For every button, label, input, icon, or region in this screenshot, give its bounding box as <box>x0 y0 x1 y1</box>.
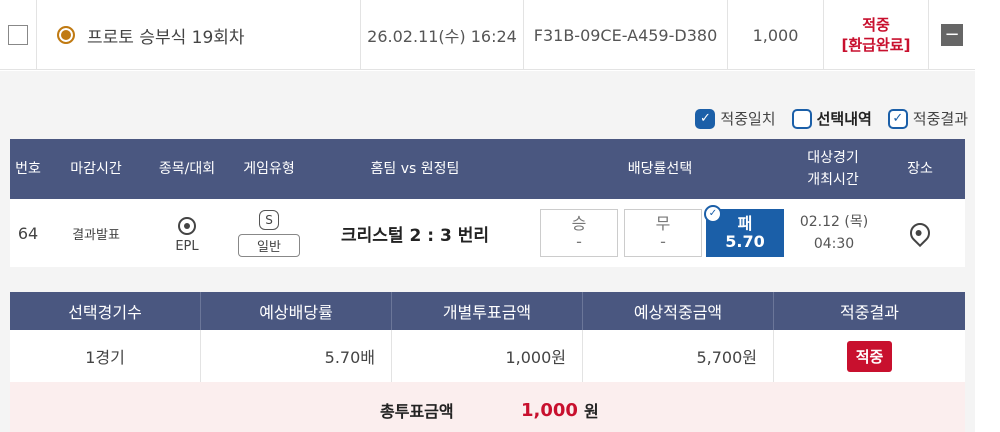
legend-label: 적중일치 <box>720 110 776 128</box>
check-filled-icon: ✓ <box>695 108 716 129</box>
slip-code: F31B-09CE-A459-D380 <box>524 0 728 70</box>
odds-group: 승 - 무 - ✓ 패 5.70 <box>540 199 790 267</box>
total-bar: 총투표금액 1,000 원 <box>10 382 965 432</box>
col-game-type: 게임유형 <box>243 161 295 177</box>
total-unit: 원 <box>584 402 599 421</box>
game-table-header: 번호 마감시간 종목/대회 게임유형 홈팀 vs 원정팀 배당률선택 대상경기 … <box>10 139 965 199</box>
col-teams: 홈팀 vs 원정팀 <box>370 161 460 177</box>
venue-cell <box>890 199 950 267</box>
slip-amount: 1,000 <box>728 0 824 70</box>
summary-table: 선택경기수 예상배당률 개별투표금액 예상적중금액 적중결과 1경기 5.70배… <box>10 292 965 432</box>
slip-date: 26.02.11(수) 16:24 <box>361 0 524 70</box>
slip-checkbox[interactable] <box>8 25 28 45</box>
slip-row[interactable]: 프로토 승부식 19회차 26.02.11(수) 16:24 F31B-09CE… <box>0 0 975 70</box>
col-expected-win: 예상적중금액 <box>583 292 774 330</box>
target-icon <box>57 26 75 44</box>
col-event-time-1: 대상경기 <box>807 150 859 166</box>
col-games: 선택경기수 <box>10 292 201 330</box>
event-date: 02.12 (목) <box>799 214 869 230</box>
legend-item-hit-result: ✓ 적중결과 <box>887 108 968 129</box>
total-label: 총투표금액 <box>380 402 454 421</box>
soccer-ball-icon <box>178 216 196 235</box>
game-no: 64 <box>17 223 39 243</box>
col-venue: 장소 <box>907 161 933 177</box>
check-outline-icon: ✓ <box>704 205 722 223</box>
game-league: EPL <box>150 199 224 267</box>
event-time: 02.12 (목) 04:30 <box>786 199 882 267</box>
summary-expected-odds: 5.70배 <box>201 330 392 382</box>
odds-lose-button[interactable]: ✓ 패 5.70 <box>704 205 784 257</box>
odds-win-button[interactable]: 승 - <box>540 209 618 257</box>
legend-label: 적중결과 <box>912 110 968 128</box>
collapse-button[interactable]: − <box>941 24 963 46</box>
status-hit: 적중 <box>862 16 890 34</box>
col-result: 적중결과 <box>840 303 899 322</box>
slip-title[interactable]: 프로토 승부식 19회차 <box>87 23 245 48</box>
game-deadline: 결과발표 <box>72 227 120 243</box>
odds-value: 5.70 <box>725 232 765 251</box>
summary-bet-amount: 1,000원 <box>392 330 583 382</box>
slip-title-cell: 프로토 승부식 19회차 <box>37 0 361 70</box>
legend-item-hit-match: ✓ 적중일치 <box>695 108 776 129</box>
slip-status: 적중 [환급완료] <box>824 0 929 70</box>
location-pin-icon[interactable] <box>905 218 935 248</box>
status-refund: [환급완료] <box>841 36 911 54</box>
col-no: 번호 <box>15 161 41 177</box>
col-expected-odds: 예상배당률 <box>201 292 392 330</box>
league-name: EPL <box>175 238 199 254</box>
legend-label: 선택내역 <box>816 110 872 128</box>
odds-label: 무 <box>655 214 671 233</box>
col-event-time: 대상경기 개최시간 <box>780 139 886 199</box>
odds-label: 패 <box>737 214 753 233</box>
col-event-time-2: 개최시간 <box>807 172 859 188</box>
total-value: 1,000 <box>521 399 578 421</box>
result-badge: 적중 <box>846 340 893 372</box>
slip-checkbox-cell <box>0 0 37 70</box>
empty-box-icon <box>791 108 812 129</box>
odds-value: - <box>576 232 582 251</box>
summary-expected-win: 5,700원 <box>583 330 774 382</box>
odds-draw-button[interactable]: 무 - <box>624 209 702 257</box>
legend: ✓ 적중일치 선택내역 ✓ 적중결과 <box>679 108 968 129</box>
summary-result: 적중 <box>774 330 965 382</box>
col-deadline: 마감시간 <box>70 161 122 177</box>
game-row: 64 결과발표 EPL S 일반 크리스털 2 : 3 번리 승 - 무 - ✓… <box>10 199 965 267</box>
game-table: 번호 마감시간 종목/대회 게임유형 홈팀 vs 원정팀 배당률선택 대상경기 … <box>10 139 965 267</box>
event-clock: 04:30 <box>813 236 855 252</box>
check-outline-icon: ✓ <box>887 108 908 129</box>
match-score: 크리스털 2 : 3 번리 <box>341 225 489 246</box>
game-type-badge: S <box>259 209 279 230</box>
col-league: 종목/대회 <box>158 161 216 177</box>
summary-header: 선택경기수 예상배당률 개별투표금액 예상적중금액 적중결과 <box>10 292 965 330</box>
col-bet-amount: 개별투표금액 <box>392 292 583 330</box>
summary-games: 1경기 <box>10 330 201 382</box>
summary-row: 1경기 5.70배 1,000원 5,700원 적중 <box>10 330 965 382</box>
game-type-label: 일반 <box>238 233 300 257</box>
odds-label: 승 <box>571 214 587 233</box>
legend-item-selection: 선택내역 <box>791 108 872 129</box>
odds-value: - <box>660 232 666 251</box>
slip-toggle-cell: − <box>929 0 975 70</box>
game-type: S 일반 <box>234 199 304 267</box>
col-odds-select: 배당률선택 <box>627 161 693 177</box>
